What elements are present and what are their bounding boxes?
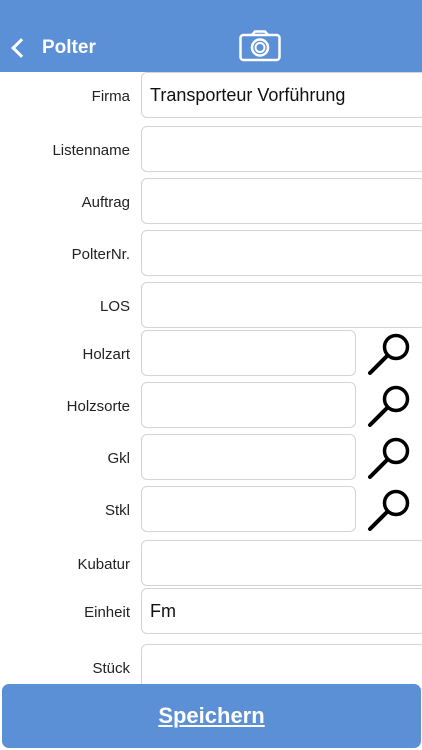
holzart-field[interactable] <box>141 330 356 376</box>
firma-label: Firma <box>91 87 130 105</box>
search-icon[interactable] <box>366 384 412 430</box>
search-icon[interactable] <box>366 488 412 534</box>
einheit-field[interactable] <box>141 588 422 634</box>
los-field[interactable] <box>141 282 422 328</box>
row-holzart: Holzart <box>0 330 422 378</box>
firma-field[interactable] <box>141 72 422 118</box>
stkl-field[interactable] <box>141 486 356 532</box>
chevron-left-icon <box>11 38 31 58</box>
row-kubatur: Kubatur <box>0 540 422 588</box>
row-stkl: Stkl <box>0 486 422 534</box>
row-los: LOS <box>0 282 422 330</box>
los-label: LOS <box>99 297 130 315</box>
row-polternr: PolterNr. <box>0 230 422 278</box>
row-holzsorte: Holzsorte <box>0 382 422 430</box>
polternr-field[interactable] <box>141 230 422 276</box>
save-label: Speichern <box>158 703 265 728</box>
row-gkl: Gkl <box>0 434 422 482</box>
search-icon[interactable] <box>366 332 412 378</box>
row-firma: Firma <box>0 72 422 120</box>
navigation-bar: Polter <box>0 0 422 72</box>
auftrag-field[interactable] <box>141 178 422 224</box>
gkl-label: Gkl <box>107 449 131 467</box>
polternr-label: PolterNr. <box>71 245 130 263</box>
row-auftrag: Auftrag <box>0 178 422 226</box>
holzsorte-label: Holzsorte <box>66 397 130 415</box>
row-einheit: Einheit <box>0 588 422 636</box>
row-listenname: Listenname <box>0 126 422 174</box>
listenname-field[interactable] <box>141 126 422 172</box>
camera-icon[interactable] <box>239 30 281 62</box>
gkl-field[interactable] <box>141 434 356 480</box>
einheit-label: Einheit <box>84 603 130 621</box>
kubatur-field[interactable] <box>141 540 422 586</box>
stkl-label: Stkl <box>104 501 130 519</box>
save-button[interactable]: Speichern <box>2 684 421 748</box>
holzart-label: Holzart <box>82 345 130 363</box>
kubatur-label: Kubatur <box>77 555 130 573</box>
back-button[interactable]: Polter <box>8 32 108 64</box>
holzsorte-field[interactable] <box>141 382 356 428</box>
back-label: Polter <box>42 37 96 58</box>
listenname-label: Listenname <box>52 141 130 159</box>
auftrag-label: Auftrag <box>81 193 130 211</box>
search-icon[interactable] <box>366 436 412 482</box>
